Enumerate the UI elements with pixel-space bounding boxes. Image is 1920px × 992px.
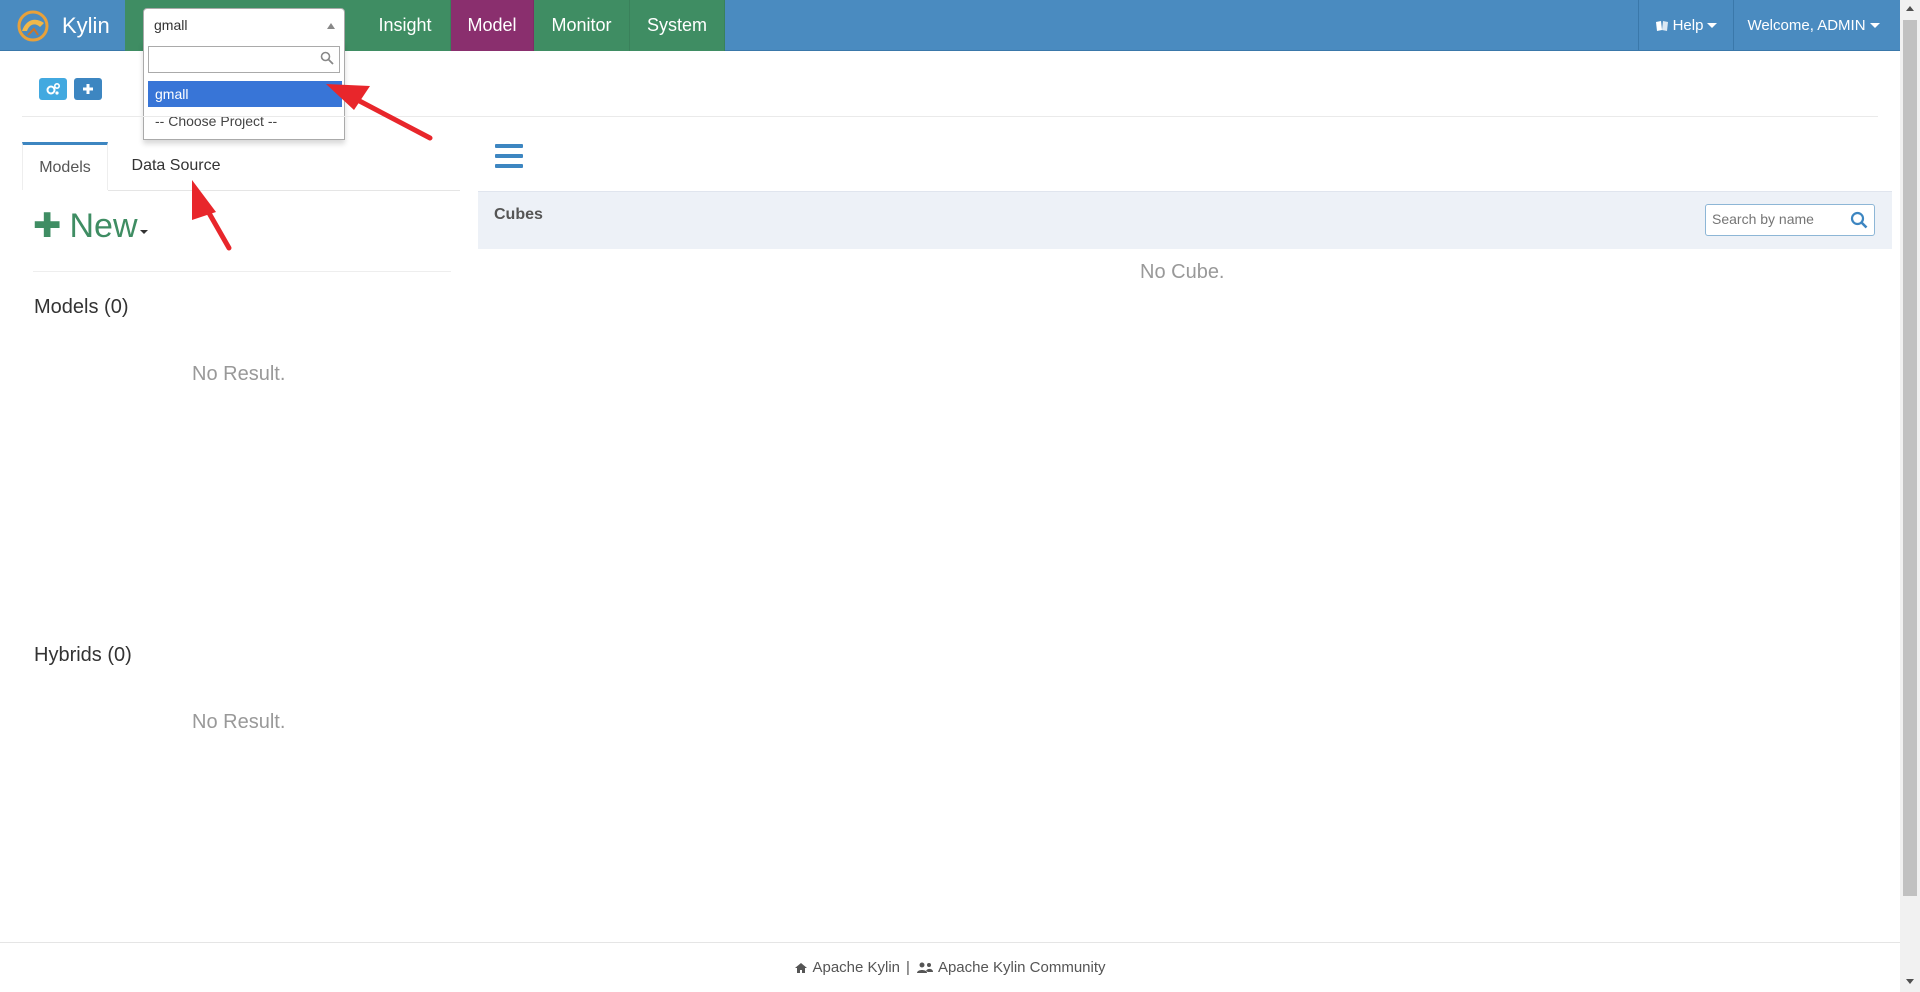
chevron-up-icon — [327, 23, 335, 29]
nav-monitor[interactable]: Monitor — [534, 0, 630, 51]
footer-separator: | — [906, 959, 910, 976]
project-dropdown: gmall -- Choose Project -- — [143, 41, 345, 140]
hybrids-title: Hybrids (0) — [34, 644, 132, 666]
menu-icon[interactable] — [495, 144, 523, 168]
nav-system[interactable]: System — [630, 0, 725, 51]
tabs-divider — [108, 190, 460, 191]
hybrids-empty: No Result. — [192, 711, 286, 733]
footer-link-community[interactable]: Apache Kylin Community — [938, 959, 1106, 976]
brand-name: Kylin — [62, 12, 110, 38]
welcome-label: Welcome, ADMIN — [1747, 17, 1866, 34]
footer: Apache Kylin | Apache Kylin Community — [0, 942, 1900, 992]
help-label: Help — [1672, 17, 1704, 34]
nav-model[interactable]: Model — [451, 0, 534, 51]
book-icon — [1655, 20, 1668, 31]
brand[interactable]: Kylin — [0, 0, 125, 51]
divider — [22, 116, 1878, 117]
vertical-scrollbar[interactable] — [1900, 0, 1920, 992]
kylin-logo-icon — [17, 10, 49, 41]
scroll-down-icon[interactable] — [1906, 979, 1914, 984]
caret-down-icon — [1869, 23, 1880, 28]
project-select-value: gmall — [154, 17, 188, 33]
user-menu[interactable]: Welcome, ADMIN — [1733, 0, 1893, 51]
plus-icon: ✚ — [33, 207, 62, 245]
page: Kylin Insight Model Monitor System Help … — [0, 0, 1920, 992]
project-option-choose[interactable]: -- Choose Project -- — [148, 108, 342, 134]
models-title: Models (0) — [34, 296, 129, 318]
search-icon[interactable] — [1850, 211, 1868, 229]
models-empty: No Result. — [192, 363, 286, 385]
search-icon — [320, 51, 334, 65]
project-select[interactable]: gmall — [143, 8, 345, 42]
footer-link-kylin[interactable]: Apache Kylin — [812, 959, 900, 976]
new-button[interactable]: ✚ New — [33, 206, 148, 246]
new-label: New — [69, 206, 138, 245]
project-option-gmall[interactable]: gmall — [148, 81, 342, 107]
help-menu[interactable]: Help — [1638, 0, 1733, 51]
cube-search-input[interactable] — [1712, 211, 1842, 227]
home-icon — [795, 962, 808, 973]
annotation-arrows — [192, 84, 433, 251]
tab-data-source[interactable]: Data Source — [120, 142, 232, 190]
cubes-empty: No Cube. — [1140, 261, 1225, 283]
divider — [33, 271, 451, 272]
caret-down-icon — [139, 230, 148, 234]
plus-icon — [83, 84, 93, 94]
tab-models[interactable]: Models — [22, 142, 108, 190]
cube-search — [1705, 204, 1875, 236]
scroll-up-icon[interactable] — [1906, 6, 1914, 11]
cogs-button[interactable] — [39, 78, 67, 100]
nav-insight[interactable]: Insight — [360, 0, 451, 51]
cubes-header: Cubes — [478, 191, 1892, 249]
caret-down-icon — [1707, 23, 1718, 28]
scrollbar-thumb[interactable] — [1903, 20, 1917, 896]
cubes-title: Cubes — [494, 206, 543, 223]
cogs-icon — [46, 82, 61, 95]
users-icon — [916, 962, 933, 973]
add-project-button[interactable] — [74, 78, 102, 100]
project-search-input[interactable] — [148, 46, 340, 73]
